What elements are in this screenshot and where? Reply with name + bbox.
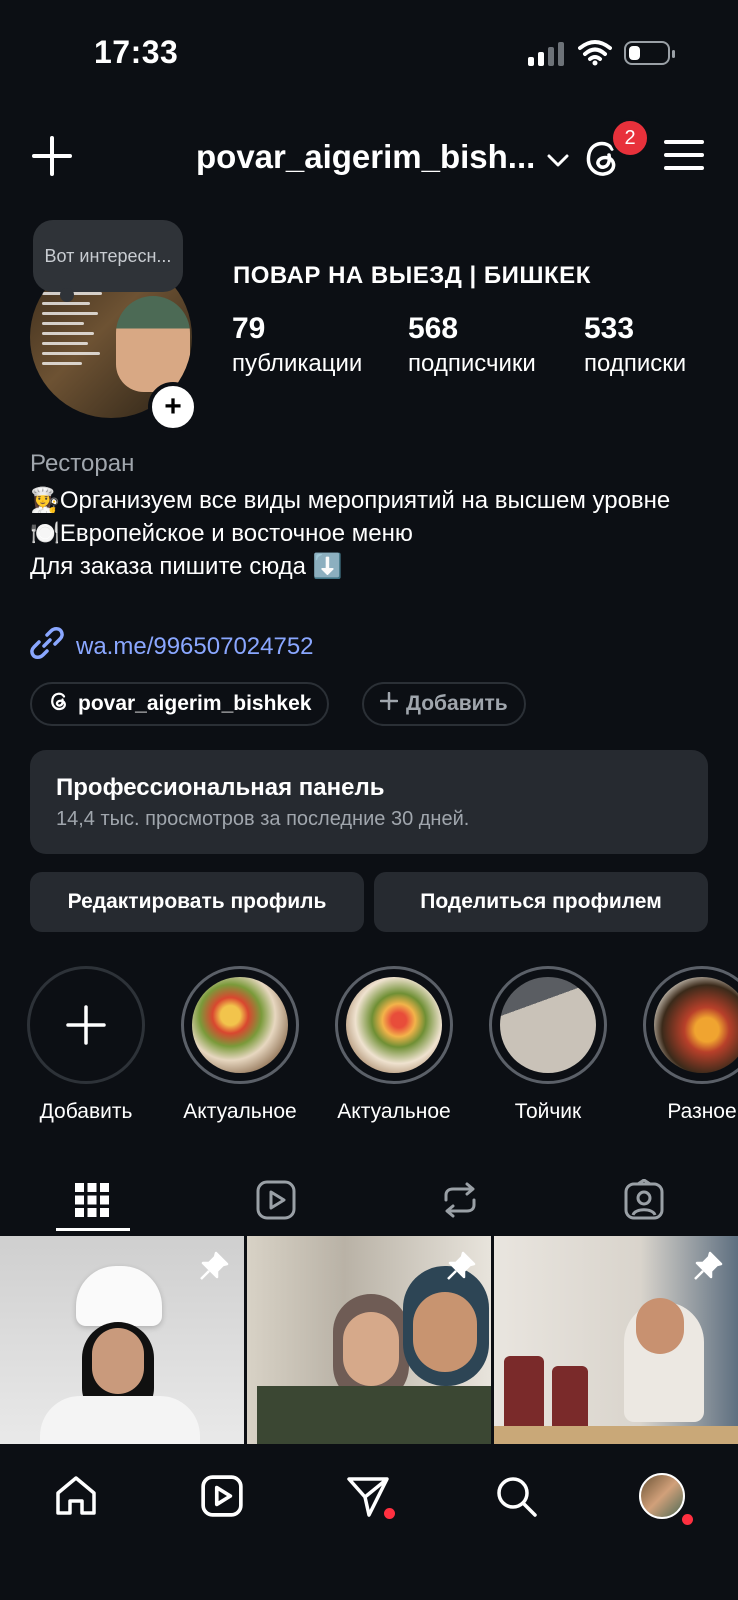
- threads-chip-label: povar_aigerim_bishkek: [78, 692, 312, 715]
- stat-following-label: подписки: [584, 350, 687, 377]
- menu-icon[interactable]: [664, 140, 704, 179]
- link-text: wa.me/996507024752: [76, 632, 314, 660]
- highlight-add-ring: [27, 966, 145, 1084]
- highlight-item[interactable]: Разное: [640, 966, 738, 1124]
- bio-line: 🍽️Европейское и восточное меню: [30, 520, 413, 547]
- edit-profile-button[interactable]: Редактировать профиль: [30, 872, 364, 932]
- reels-nav-icon[interactable]: [194, 1468, 250, 1524]
- highlight-label: Добавить: [39, 1100, 133, 1123]
- bio-line: Для заказа пишите сюда ⬇️: [30, 553, 343, 580]
- profile-category: Ресторан: [30, 450, 135, 477]
- stat-posts-label: публикации: [232, 350, 363, 377]
- highlight-item[interactable]: Тойчик: [486, 966, 610, 1124]
- highlight-item[interactable]: Актуальное: [332, 966, 456, 1124]
- battery-level: [629, 46, 640, 60]
- link-icon: [30, 626, 64, 667]
- add-chip-label: Добавить: [406, 692, 508, 715]
- reels-icon[interactable]: [228, 1168, 324, 1232]
- highlight-add[interactable]: Добавить: [24, 966, 148, 1124]
- stat-posts-value: 79: [232, 312, 266, 345]
- pin-icon: [445, 1250, 477, 1287]
- profile-note[interactable]: Вот интересн...: [33, 220, 183, 292]
- plus-icon: [379, 691, 399, 716]
- highlight-cover: [346, 977, 442, 1073]
- grid-icon[interactable]: [44, 1168, 140, 1232]
- cellular-signal-icon: [528, 40, 564, 66]
- create-plus-icon[interactable]: [32, 136, 72, 176]
- highlight-cover: [500, 977, 596, 1073]
- bottom-navigation: [0, 1444, 738, 1600]
- tagged-icon[interactable]: [596, 1168, 692, 1232]
- share-profile-button[interactable]: Поделиться профилем: [374, 872, 708, 932]
- stat-following[interactable]: 533 подписки: [584, 312, 686, 378]
- direct-messages-icon[interactable]: [340, 1468, 396, 1524]
- stat-following-value: 533: [584, 312, 635, 345]
- search-icon[interactable]: [488, 1468, 544, 1524]
- profile-tabs: [0, 1168, 738, 1232]
- reposts-icon[interactable]: [412, 1168, 508, 1232]
- chevron-down-icon: [547, 138, 569, 176]
- panel-subtitle: 14,4 тыс. просмотров за последние 30 дне…: [56, 808, 470, 830]
- note-tail: [60, 288, 74, 302]
- status-time: 17:33: [94, 34, 179, 70]
- highlight-cover: [192, 977, 288, 1073]
- profile-link[interactable]: wa.me/996507024752: [30, 626, 314, 667]
- threads-icon: [48, 690, 70, 718]
- highlight-label: Разное: [667, 1100, 737, 1123]
- wifi-icon: [578, 38, 612, 71]
- username: povar_aigerim_bish...: [196, 138, 536, 175]
- bio-line: 👩‍🍳Организуем все виды мероприятий на вы…: [30, 487, 671, 514]
- panel-title: Профессиональная панель: [56, 774, 385, 801]
- active-tab-indicator: [56, 1228, 130, 1231]
- pin-icon: [198, 1250, 230, 1287]
- highlight-cover: [654, 977, 738, 1073]
- post-thumbnail[interactable]: [494, 1236, 738, 1444]
- add-story-plus-icon[interactable]: +: [148, 382, 198, 432]
- profile-activity-dot: [682, 1514, 693, 1525]
- threads-profile-chip[interactable]: povar_aigerim_bishkek: [30, 682, 330, 726]
- account-switcher[interactable]: povar_aigerim_bish...: [196, 138, 569, 176]
- professional-dashboard[interactable]: Профессиональная панель 14,4 тыс. просмо…: [30, 750, 708, 854]
- profile-name: ПОВАР НА ВЫЕЗД | БИШКЕК: [233, 262, 591, 289]
- post-thumbnail[interactable]: [0, 1236, 244, 1444]
- post-thumbnail[interactable]: [247, 1236, 491, 1444]
- highlight-item[interactable]: Актуальное: [178, 966, 302, 1124]
- battery-icon: [624, 41, 675, 65]
- profile-nav[interactable]: [634, 1468, 693, 1525]
- pin-icon: [692, 1250, 724, 1287]
- messages-unread-dot: [384, 1508, 395, 1519]
- stat-followers-label: подписчики: [408, 350, 536, 377]
- profile-nav-avatar: [639, 1473, 685, 1519]
- stat-followers[interactable]: 568 подписчики: [408, 312, 536, 378]
- notification-badge: 2: [610, 118, 650, 158]
- highlight-label: Актуальное: [183, 1100, 297, 1123]
- stat-followers-value: 568: [408, 312, 459, 345]
- profile-bio: 👩‍🍳Организуем все виды мероприятий на вы…: [30, 484, 710, 583]
- highlight-label: Тойчик: [514, 1100, 582, 1123]
- highlight-label: Актуальное: [337, 1100, 451, 1123]
- add-chip[interactable]: Добавить: [362, 682, 526, 726]
- stat-posts[interactable]: 79 публикации: [232, 312, 362, 378]
- home-icon[interactable]: [48, 1468, 104, 1524]
